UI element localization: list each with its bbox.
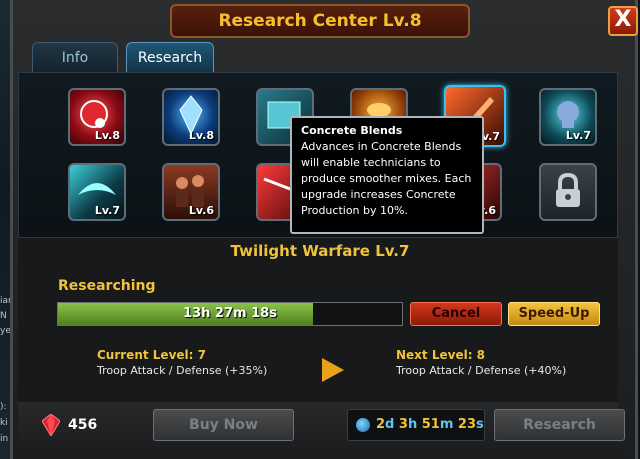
- buy-now-button[interactable]: Buy Now: [153, 409, 294, 441]
- tab-info[interactable]: Info: [32, 42, 118, 72]
- research-item-cyan-wing[interactable]: Lv.7: [68, 163, 126, 221]
- researching-label: Researching: [58, 278, 156, 294]
- tooltip-title: Concrete Blends: [301, 124, 403, 137]
- next-level-heading: Next Level: 8: [396, 348, 486, 362]
- research-cost-timer: 2d 3h 51m 23s: [347, 409, 485, 441]
- research-tooltip: Concrete Blends Advances in Concrete Ble…: [290, 116, 484, 234]
- timer-minutes-unit: m: [439, 417, 454, 432]
- research-item-blue-crystal[interactable]: Lv.8: [162, 88, 220, 146]
- timer-minutes-value: 51: [421, 417, 440, 432]
- research-progress-bar: 13h 27m 18s: [57, 302, 403, 326]
- research-time-remaining: 13h 27m 18s: [183, 306, 277, 321]
- tooltip-body: Advances in Concrete Blends will enable …: [301, 140, 472, 217]
- current-level-heading: Current Level: 7: [97, 348, 206, 362]
- tab-research[interactable]: Research: [126, 42, 214, 72]
- research-duration: 2d 3h 51m 23s: [376, 417, 484, 432]
- close-button[interactable]: X: [608, 6, 638, 36]
- selected-item-name: Twilight Warfare Lv.7: [230, 242, 410, 260]
- timer-days-unit: d: [385, 417, 395, 432]
- background-text-fragment: in: [0, 434, 9, 444]
- timer-hours-value: 3: [398, 417, 408, 432]
- speed-up-button[interactable]: Speed-Up: [508, 302, 600, 326]
- research-item-red-orb[interactable]: Lv.8: [68, 88, 126, 146]
- ruby-gem-icon: [42, 414, 60, 436]
- item-level-label: Lv.6: [188, 204, 214, 217]
- item-level-label: Lv.7: [565, 129, 591, 142]
- research-item-cyan-skull[interactable]: Lv.7: [539, 88, 597, 146]
- timer-seconds-value: 23: [457, 417, 476, 432]
- window-title: Research Center Lv.8: [170, 4, 470, 38]
- timer-hours-unit: h: [407, 417, 418, 432]
- level-arrow-icon: [322, 358, 344, 382]
- background-text-fragment: ):: [0, 402, 7, 412]
- next-level-info: Next Level: 8 Troop Attack / Defense (+4…: [396, 348, 566, 377]
- research-button[interactable]: Research: [494, 409, 625, 441]
- next-level-effect: Troop Attack / Defense (+40%): [396, 364, 567, 377]
- item-level-label: Lv.8: [188, 129, 214, 142]
- research-item-locked: [539, 163, 597, 221]
- item-level-label: Lv.7: [94, 204, 120, 217]
- current-level-effect: Troop Attack / Defense (+35%): [97, 364, 268, 377]
- research-item-soldiers[interactable]: Lv.6: [162, 163, 220, 221]
- timer-seconds-unit: s: [476, 417, 484, 432]
- current-level-info: Current Level: 7 Troop Attack / Defense …: [97, 348, 267, 377]
- gem-count: 456: [68, 417, 98, 433]
- background-text-fragment: ki: [0, 418, 8, 428]
- cancel-button[interactable]: Cancel: [410, 302, 502, 326]
- item-level-label: Lv.8: [94, 129, 120, 142]
- background-text-fragment: N: [0, 311, 7, 321]
- timer-days-value: 2: [376, 417, 386, 432]
- lock-icon: [556, 172, 580, 207]
- clock-icon: [356, 418, 370, 432]
